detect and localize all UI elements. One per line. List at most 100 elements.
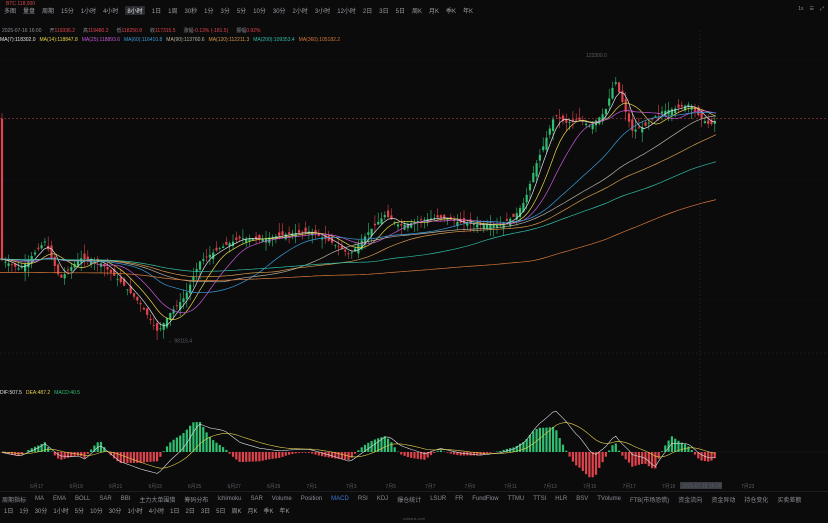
indicator-tab[interactable]: 买卖差额	[777, 495, 801, 504]
indicator-tab[interactable]: TTMU	[508, 496, 525, 502]
bottom-interval-button[interactable]: 4小时	[149, 506, 164, 515]
indicator-tab[interactable]: MA	[35, 496, 44, 502]
toolbar-right-button[interactable]: ☰	[810, 6, 814, 12]
macd-histogram-bar	[245, 452, 248, 462]
indicator-tab[interactable]: KDJ	[377, 496, 388, 502]
macd-histogram-bar	[601, 452, 604, 463]
bottom-interval-button[interactable]: 1日	[170, 506, 179, 515]
interval-button[interactable]: 1周	[168, 6, 177, 15]
bottom-interval-button[interactable]: 周K	[232, 506, 242, 515]
interval-button[interactable]: 1日	[152, 6, 161, 15]
interval-button[interactable]: 年K	[463, 6, 473, 15]
interval-button[interactable]: 10分	[253, 6, 266, 15]
interval-button[interactable]: 3分	[220, 6, 229, 15]
bottom-interval-button[interactable]: 年K	[280, 506, 290, 515]
macd-histogram-bar	[433, 452, 436, 453]
macd-histogram-bar	[139, 452, 142, 463]
macd-histogram-bar	[185, 429, 188, 452]
indicator-tab[interactable]: TVolume	[597, 496, 621, 502]
bottom-interval-button[interactable]: 1日	[4, 506, 13, 515]
candle-body	[119, 277, 122, 283]
interval-button[interactable]: 1分	[204, 6, 213, 15]
interval-button[interactable]: 周K	[412, 6, 422, 15]
interval-button[interactable]: 1小时	[81, 6, 96, 15]
indicator-tab[interactable]: 周期指标	[2, 495, 26, 504]
indicator-tab[interactable]: HLR	[555, 496, 567, 502]
price-chart-canvas[interactable]: 123300.0 ← 98115.4 6月17 6月19 6月21 6月23 6月25 6月2…	[0, 0, 828, 523]
indicator-tab[interactable]: BSV	[576, 496, 588, 502]
candle-body	[538, 154, 541, 161]
indicator-tab[interactable]: FR	[455, 496, 463, 502]
indicator-tab[interactable]: 资金异动	[711, 495, 735, 504]
candle-body	[674, 108, 677, 114]
indicator-tab[interactable]: 筹码分布	[184, 495, 208, 504]
bottom-interval-button[interactable]: 10分	[90, 506, 103, 515]
indicator-tab[interactable]: Position	[301, 496, 322, 502]
macd-histogram-bar	[37, 445, 40, 452]
interval-button[interactable]: 2小时	[293, 6, 308, 15]
indicator-tab[interactable]: TTSI	[533, 496, 546, 502]
interval-button[interactable]: 30分	[273, 6, 286, 15]
interval-button[interactable]: 3日	[379, 6, 388, 15]
bottom-interval-button[interactable]: 2日	[185, 506, 194, 515]
interval-button[interactable]: 12小时	[337, 6, 356, 15]
bottom-interval-button[interactable]: 1小时	[127, 506, 142, 515]
macd-dif-line	[1, 411, 715, 474]
indicator-tab[interactable]: FTB(市场恐慌)	[630, 495, 669, 504]
macd-histogram-bar	[525, 439, 528, 452]
indicator-tab[interactable]: BOLL	[75, 496, 90, 502]
interval-button[interactable]: 8小时	[125, 6, 145, 15]
indicator-tab[interactable]: 主力大单围猎	[139, 495, 175, 504]
interval-button[interactable]: 3小时	[315, 6, 330, 15]
interval-button[interactable]: 月K	[429, 6, 439, 15]
interval-button[interactable]: 5日	[396, 6, 405, 15]
indicator-tab[interactable]: 资金流向	[678, 495, 702, 504]
interval-button[interactable]: 2日	[363, 6, 372, 15]
candle-body	[60, 274, 63, 278]
indicator-tab[interactable]: SAR	[250, 496, 262, 502]
low-value: 118250.8	[121, 27, 142, 34]
interval-button[interactable]: 量盘	[23, 6, 35, 15]
macd-histogram-bar	[142, 452, 145, 463]
macd-histogram-bar	[218, 444, 221, 452]
macd-histogram-bar	[489, 452, 492, 453]
indicator-tab[interactable]: Ichimoku	[217, 496, 241, 502]
indicator-tab[interactable]: SAR	[99, 496, 111, 502]
bottom-interval-button[interactable]: 1分	[19, 506, 28, 515]
interval-button[interactable]: 季K	[446, 6, 456, 15]
interval-button[interactable]: 周期	[42, 6, 54, 15]
indicator-tab[interactable]: BBI	[121, 496, 131, 502]
toolbar-right-button[interactable]: 1x	[798, 6, 803, 12]
bottom-interval-button[interactable]: 3日	[201, 506, 210, 515]
candle-body	[347, 253, 350, 255]
candle-body	[624, 99, 627, 112]
candle-body	[591, 123, 594, 130]
interval-button[interactable]: 30秒	[184, 6, 197, 15]
bottom-interval-button[interactable]: 5分	[75, 506, 84, 515]
macd-histogram-bar	[545, 427, 548, 452]
indicator-tab[interactable]: EMA	[53, 496, 66, 502]
interval-button[interactable]: 5分	[237, 6, 246, 15]
toolbar-right-button[interactable]: ⤢	[820, 6, 824, 12]
ma-legend-item: MA(200):109353.4	[253, 36, 295, 43]
indicator-tab[interactable]: 持仓变化	[744, 495, 768, 504]
indicator-tab[interactable]: 爆仓统计	[397, 495, 421, 504]
macd-histogram-bar	[205, 432, 208, 452]
bottom-interval-button[interactable]: 30分	[109, 506, 122, 515]
indicator-tab[interactable]: FundFlow	[472, 496, 498, 502]
interval-button[interactable]: 15分	[61, 6, 74, 15]
macd-histogram-bar	[192, 422, 195, 452]
indicator-tab[interactable]: RSI	[358, 496, 368, 502]
indicator-tab[interactable]: Volume	[272, 496, 292, 502]
interval-button[interactable]: 4小时	[103, 6, 118, 15]
interval-button[interactable]: 多图	[4, 6, 16, 15]
bottom-interval-button[interactable]: 30分	[35, 506, 48, 515]
bottom-interval-button[interactable]: 5日	[216, 506, 225, 515]
bottom-interval-button[interactable]: 月K	[248, 506, 258, 515]
bottom-interval-button[interactable]: 1小时	[53, 506, 68, 515]
indicator-tab[interactable]: MACD	[331, 496, 349, 502]
bottom-interval-button[interactable]: 季K	[264, 506, 274, 515]
macd-histogram-bar	[565, 450, 568, 452]
indicator-tab[interactable]: LSUR	[430, 496, 446, 502]
macd-histogram-bar	[634, 452, 637, 466]
